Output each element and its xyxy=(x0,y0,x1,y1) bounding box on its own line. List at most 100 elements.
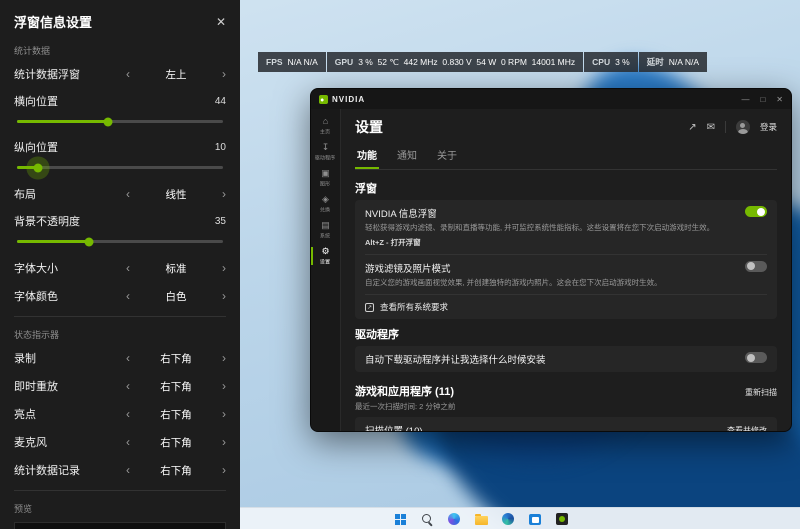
chevron-left-icon[interactable]: ‹ xyxy=(126,290,130,302)
tab-features[interactable]: 功能 xyxy=(355,143,379,169)
horizontal-position-slider[interactable] xyxy=(17,120,223,123)
sidebar-item-home[interactable]: ⌂ 主页 xyxy=(311,113,340,139)
gift-icon: ◈ xyxy=(322,195,329,204)
maximize-button[interactable]: □ xyxy=(760,95,765,104)
recording-label: 录制 xyxy=(14,350,36,366)
chevron-right-icon[interactable]: › xyxy=(222,464,226,476)
horizontal-position-slider-block: 横向位置 44 xyxy=(0,88,240,134)
layout-value: 线性 xyxy=(166,187,187,202)
stats-section-label: 统计数据 xyxy=(0,39,240,60)
filters-desc: 自定义您的游戏画面视觉效果, 并创建独特的游戏内照片。这会在您下次启动游戏时生效… xyxy=(365,278,745,289)
taskbar-edge-button[interactable] xyxy=(500,511,516,527)
fps-value: N/A N/A xyxy=(288,57,318,67)
minimize-button[interactable]: — xyxy=(741,95,749,104)
preview-label: 预览 xyxy=(0,497,240,518)
slider-knob[interactable] xyxy=(85,237,94,246)
filters-toggle[interactable] xyxy=(745,261,767,272)
info-overlay-shortcut: Alt+Z - 打开浮窗 xyxy=(365,237,767,248)
chevron-right-icon[interactable]: › xyxy=(222,408,226,420)
app-main: 设置 ↗ ✉ 登录 功能 通知 关于 浮窗 xyxy=(341,109,791,431)
sidebar-item-redeem[interactable]: ◈ 兑换 xyxy=(311,191,340,217)
divider xyxy=(14,490,226,491)
taskbar-copilot-button[interactable] xyxy=(446,511,462,527)
chevron-right-icon[interactable]: › xyxy=(222,436,226,448)
filters-item: 游戏滤镜及照片模式 自定义您的游戏画面视觉效果, 并创建独特的游戏内照片。这会在… xyxy=(365,255,767,296)
highlights-selector: 亮点 ‹ 右下角 › xyxy=(0,400,240,428)
taskbar-icons xyxy=(392,508,570,529)
info-overlay-toggle[interactable] xyxy=(745,206,767,217)
store-icon xyxy=(529,514,541,525)
games-section-card: 扫描位置 (10) 查看并修改 自动优化新添加的游戏及应用程序 ↗ 查看受支持的… xyxy=(355,417,777,431)
close-icon[interactable]: ✕ xyxy=(216,15,226,29)
font-color-value: 白色 xyxy=(166,289,187,304)
divider xyxy=(14,316,226,317)
view-edit-link[interactable]: 查看并修改 xyxy=(727,425,767,432)
slider-knob[interactable] xyxy=(33,163,42,172)
tab-notifications[interactable]: 通知 xyxy=(395,143,419,169)
sidebar-item-system[interactable]: ▤ 系统 xyxy=(311,217,340,243)
nvidia-app-icon xyxy=(556,513,568,525)
copilot-icon xyxy=(448,513,460,525)
cpu-value: 3 % xyxy=(615,57,630,67)
chevron-left-icon[interactable]: ‹ xyxy=(126,436,130,448)
login-button[interactable]: 登录 xyxy=(760,121,777,133)
chevron-right-icon[interactable]: › xyxy=(222,290,226,302)
taskbar-file-explorer-button[interactable] xyxy=(473,511,489,527)
close-button[interactable]: ✕ xyxy=(776,95,783,104)
stats-overlay-selector: 统计数据浮窗 ‹ 左上 › xyxy=(0,60,240,88)
system-requirements-link[interactable]: ↗ 查看所有系统要求 xyxy=(365,295,767,319)
slider-knob[interactable] xyxy=(103,117,112,126)
layout-label: 布局 xyxy=(14,186,36,202)
chevron-right-icon[interactable]: › xyxy=(222,262,226,274)
chevron-left-icon[interactable]: ‹ xyxy=(126,188,130,200)
sidebar-item-drivers[interactable]: ↧ 驱动程序 xyxy=(311,139,340,165)
chevron-left-icon[interactable]: ‹ xyxy=(126,262,130,274)
microphone-value: 右下角 xyxy=(160,435,192,450)
slider-fill xyxy=(17,120,108,123)
chevron-right-icon[interactable]: › xyxy=(222,352,226,364)
taskbar-store-button[interactable] xyxy=(527,511,543,527)
layout-selector: 布局 ‹ 线性 › xyxy=(0,180,240,208)
gear-icon: ⚙ xyxy=(321,247,329,256)
perf-segment-cpu: CPU 3 % xyxy=(584,52,638,72)
share-icon[interactable]: ↗ xyxy=(688,122,696,133)
chevron-left-icon[interactable]: ‹ xyxy=(126,464,130,476)
folder-icon xyxy=(475,516,488,525)
fps-label: FPS xyxy=(266,57,283,67)
overlay-section-header: 浮窗 xyxy=(355,180,777,196)
chevron-left-icon[interactable]: ‹ xyxy=(126,380,130,392)
rescan-link[interactable]: 重新扫描 xyxy=(745,387,777,398)
taskbar-search-button[interactable] xyxy=(419,511,435,527)
perf-segment-latency: 延时 N/A N/A xyxy=(639,52,707,72)
chevron-right-icon[interactable]: › xyxy=(222,188,226,200)
taskbar-start-button[interactable] xyxy=(392,511,408,527)
drivers-section-card: 自动下载驱动程序并让我选择什么时候安装 xyxy=(355,346,777,372)
stats-overlay-value: 左上 xyxy=(166,67,187,82)
chevron-right-icon[interactable]: › xyxy=(222,68,226,80)
background-opacity-label: 背景不透明度 xyxy=(14,213,80,229)
background-opacity-slider[interactable] xyxy=(17,240,223,243)
auto-download-label: 自动下载驱动程序并让我选择什么时候安装 xyxy=(365,352,546,366)
graphics-icon: ▣ xyxy=(321,169,330,178)
tab-about[interactable]: 关于 xyxy=(435,143,459,169)
perf-segment-fps: FPS N/A N/A xyxy=(258,52,326,72)
chevron-left-icon[interactable]: ‹ xyxy=(126,68,130,80)
sidebar-item-settings[interactable]: ⚙ 设置 xyxy=(311,243,340,269)
nvidia-app-window: NVIDIA — □ ✕ ⌂ 主页 ↧ 驱动程序 ▣ 图形 xyxy=(310,88,792,432)
vertical-position-slider[interactable] xyxy=(17,166,223,169)
chevron-right-icon[interactable]: › xyxy=(222,380,226,392)
drivers-section-header: 驱动程序 xyxy=(355,326,777,342)
avatar[interactable] xyxy=(736,120,750,134)
feedback-icon[interactable]: ✉ xyxy=(707,122,715,133)
window-titlebar[interactable]: NVIDIA — □ ✕ xyxy=(311,89,791,109)
taskbar-nvidia-app-button[interactable] xyxy=(554,511,570,527)
vertical-position-slider-block: 纵向位置 10 xyxy=(0,134,240,180)
panel-title: 浮窗信息设置 xyxy=(14,12,92,31)
scan-locations-label: 扫描位置 (10) xyxy=(365,423,423,431)
font-color-selector: 字体颜色 ‹ 白色 › xyxy=(0,282,240,310)
chevron-left-icon[interactable]: ‹ xyxy=(126,352,130,364)
auto-download-toggle[interactable] xyxy=(745,352,767,363)
app-brand: NVIDIA xyxy=(319,95,365,104)
sidebar-item-graphics[interactable]: ▣ 图形 xyxy=(311,165,340,191)
chevron-left-icon[interactable]: ‹ xyxy=(126,408,130,420)
